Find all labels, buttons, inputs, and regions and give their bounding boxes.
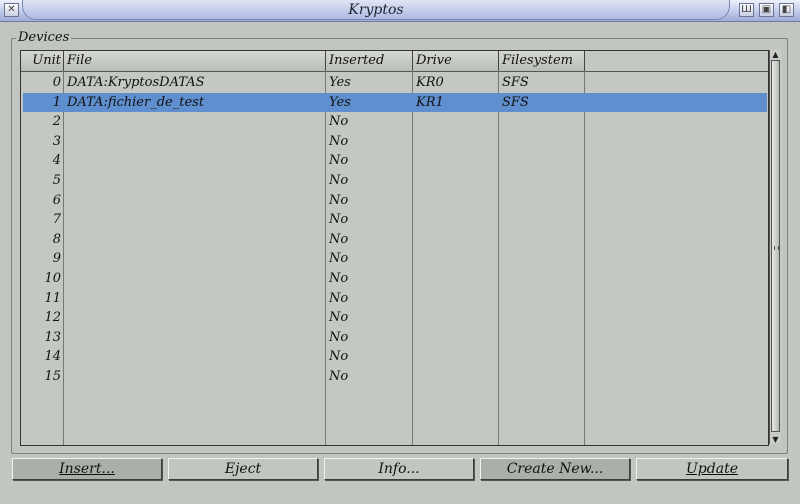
update-button[interactable]: Update xyxy=(636,458,788,480)
table-row[interactable]: 9 No xyxy=(23,249,767,268)
info-button-label: Info... xyxy=(378,461,420,477)
column-header-file[interactable]: File xyxy=(64,51,326,71)
table-row[interactable]: 13 No xyxy=(23,328,767,347)
unit-cell: 6 xyxy=(52,192,61,208)
drive-cell: KR1 xyxy=(416,94,444,110)
grip-icon xyxy=(774,246,779,250)
filesystem-cell: SFS xyxy=(502,75,529,90)
unit-cell: 15 xyxy=(44,369,61,384)
table-row[interactable]: 0 DATA:KryptosDATAS Yes KR0 SFS xyxy=(23,73,767,92)
vertical-scrollbar[interactable]: ▲ ▼ xyxy=(769,50,781,444)
unit-cell: 12 xyxy=(44,310,61,326)
unit-cell: 14 xyxy=(44,349,61,365)
file-cell: DATA:fichier_de_test xyxy=(67,94,205,110)
create-new-button-label: Create New... xyxy=(506,461,604,477)
unit-cell: 8 xyxy=(52,231,61,247)
table-row[interactable]: 10 No xyxy=(23,269,767,288)
table-row[interactable]: 5 No xyxy=(23,171,767,190)
scroll-up-icon[interactable]: ▲ xyxy=(770,50,781,59)
unit-cell: 7 xyxy=(52,212,61,228)
inserted-cell: No xyxy=(329,349,349,365)
unit-cell: 0 xyxy=(52,75,61,90)
column-header-drive[interactable]: Drive xyxy=(413,51,499,71)
inserted-cell: No xyxy=(329,290,349,306)
table-row[interactable]: 11 No xyxy=(23,289,767,308)
scrollbar-knob[interactable] xyxy=(771,60,780,432)
unit-cell: 11 xyxy=(44,290,61,306)
column-header-unit[interactable]: Unit xyxy=(21,51,64,71)
table-row[interactable]: 3 No xyxy=(23,132,767,151)
depth-icon[interactable]: ◧ xyxy=(779,3,794,17)
inserted-cell: No xyxy=(329,114,349,130)
iconify-icon[interactable]: Ш xyxy=(739,3,754,17)
unit-cell: 4 xyxy=(52,153,61,169)
list-header: Unit File Inserted Drive Filesystem xyxy=(21,51,768,72)
scroll-down-icon[interactable]: ▼ xyxy=(770,435,781,444)
inserted-cell: No xyxy=(329,231,349,247)
devices-list[interactable]: Unit File Inserted Drive Filesystem 0 DAT… xyxy=(20,50,769,446)
inserted-cell: No xyxy=(329,153,349,169)
update-button-label: Update xyxy=(686,461,738,477)
window-title: Kryptos xyxy=(348,2,404,18)
inserted-cell: No xyxy=(329,192,349,208)
drive-cell: KR0 xyxy=(416,75,444,90)
title-bar[interactable]: ✕ Kryptos Ш ▣ ◧ xyxy=(0,0,800,22)
inserted-cell: Yes xyxy=(329,94,351,110)
table-row[interactable]: 14 No xyxy=(23,347,767,366)
filesystem-cell: SFS xyxy=(502,94,529,110)
unit-cell: 1 xyxy=(52,94,61,110)
zoom-icon[interactable]: ▣ xyxy=(759,3,774,17)
main-window: Devices Unit File Inserted Drive Filesys… xyxy=(0,22,800,504)
eject-button-label: Eject xyxy=(224,461,262,477)
column-header-inserted[interactable]: Inserted xyxy=(326,51,413,71)
inserted-cell: No xyxy=(329,173,349,188)
unit-cell: 9 xyxy=(52,251,61,267)
insert-button[interactable]: Insert... xyxy=(12,458,162,480)
inserted-cell: No xyxy=(329,369,349,384)
inserted-cell: No xyxy=(329,133,349,149)
inserted-cell: No xyxy=(329,310,349,326)
insert-button-label: Insert... xyxy=(59,461,115,477)
devices-group-label: Devices xyxy=(16,30,72,45)
unit-cell: 5 xyxy=(52,173,61,188)
title-tab: Kryptos xyxy=(22,0,730,20)
inserted-cell: No xyxy=(329,212,349,228)
table-row[interactable]: 4 No xyxy=(23,151,767,170)
inserted-cell: No xyxy=(329,271,349,286)
table-row[interactable]: 6 No xyxy=(23,191,767,210)
table-row[interactable]: 8 No xyxy=(23,230,767,249)
inserted-cell: Yes xyxy=(329,75,351,90)
unit-cell: 3 xyxy=(52,133,61,149)
unit-cell: 10 xyxy=(44,271,61,286)
info-button[interactable]: Info... xyxy=(324,458,474,480)
table-row[interactable]: 12 No xyxy=(23,308,767,327)
table-row[interactable]: 7 No xyxy=(23,210,767,229)
table-row[interactable]: 15 No xyxy=(23,367,767,386)
inserted-cell: No xyxy=(329,329,349,345)
unit-cell: 2 xyxy=(52,114,61,130)
inserted-cell: No xyxy=(329,251,349,267)
eject-button[interactable]: Eject xyxy=(168,458,318,480)
close-icon[interactable]: ✕ xyxy=(4,3,19,17)
table-row[interactable]: 2 No xyxy=(23,112,767,131)
create-new-button[interactable]: Create New... xyxy=(480,458,630,480)
table-row[interactable]: 1 DATA:fichier_de_test Yes KR1 SFS xyxy=(23,92,767,112)
column-header-filesystem[interactable]: Filesystem xyxy=(499,51,585,71)
file-cell: DATA:KryptosDATAS xyxy=(67,75,205,90)
unit-cell: 13 xyxy=(44,329,61,345)
